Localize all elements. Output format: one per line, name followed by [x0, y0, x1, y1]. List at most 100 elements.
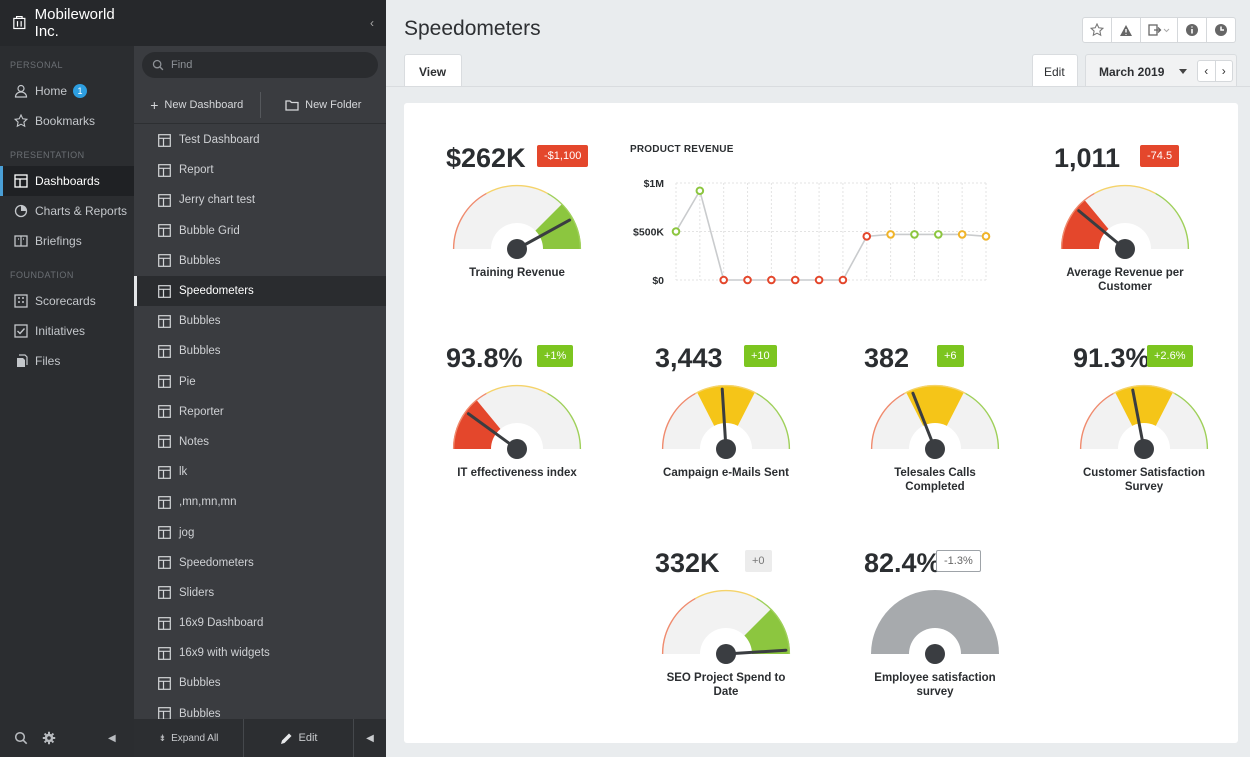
dashboard-list-item[interactable]: Bubbles [134, 246, 386, 276]
search-input[interactable]: Find [142, 52, 378, 78]
dashboard-list-item[interactable]: Test Dashboard [134, 125, 386, 155]
dashboard-list-item[interactable]: lk [134, 457, 386, 487]
gauge-hub [925, 644, 945, 664]
search-icon[interactable] [14, 731, 28, 745]
kpi-delta-badge: -1.3% [936, 550, 981, 572]
data-point[interactable] [743, 275, 752, 285]
speedometer-widget[interactable]: 382 +6 Telesales Calls Completed [840, 311, 1030, 501]
alert-button[interactable] [1112, 17, 1141, 43]
nav-item-files[interactable]: Files [0, 346, 134, 376]
info-button[interactable] [1178, 17, 1207, 43]
nav-item-initiatives[interactable]: Initiatives [0, 316, 134, 346]
dashboard-list-item[interactable]: Sliders [134, 578, 386, 608]
dashboard-icon [158, 677, 171, 690]
product-revenue-chart[interactable]: PRODUCT REVENUE $1M $500K $0 [624, 133, 1014, 303]
y-tick-label: $1M [644, 178, 665, 190]
next-period-button[interactable]: › [1216, 61, 1233, 81]
data-point[interactable] [814, 275, 824, 285]
panel-actions: + New Dashboard New Folder [134, 86, 386, 124]
dashboard-list-item[interactable]: Speedometers [134, 548, 386, 578]
kpi-value: 382 [864, 343, 910, 373]
dashboard-list-item[interactable]: 16x9 with widgets [134, 638, 386, 668]
dashboard-list-item[interactable]: Speedometers [134, 275, 386, 307]
org-switcher[interactable]: Mobileworld Inc. [0, 0, 134, 46]
nav-item-home[interactable]: Home 1 [0, 76, 134, 106]
star-icon [14, 114, 28, 128]
new-dashboard-button[interactable]: + New Dashboard [134, 86, 260, 123]
nav-item-label: Dashboards [35, 174, 100, 188]
tab-edit[interactable]: Edit [1032, 54, 1078, 86]
new-folder-button[interactable]: New Folder [261, 86, 387, 123]
nav-item-charts[interactable]: Charts & Reports [0, 196, 134, 226]
scorecard-icon [14, 294, 28, 308]
nav-footer: ◀ [0, 719, 134, 757]
dashboard-icon [158, 435, 171, 449]
data-point[interactable] [719, 275, 728, 285]
data-point[interactable] [934, 230, 943, 239]
data-point[interactable] [910, 230, 919, 239]
speedometer-widget[interactable]: 93.8% +1% IT effectiveness index [422, 311, 612, 501]
dashboard-list-item[interactable]: 16x9 Dashboard [134, 608, 386, 638]
data-point[interactable] [695, 186, 705, 196]
dashboard-list-item[interactable]: ,mn,mn,mn [134, 487, 386, 517]
edit-list-button[interactable]: Edit [244, 719, 354, 757]
collapse-icon[interactable]: ◀ [354, 733, 386, 744]
gauge-hub [716, 439, 736, 459]
kpi-label-line: Training Revenue [469, 267, 565, 279]
gear-icon[interactable] [42, 731, 56, 745]
collapse-nav-icon[interactable]: ◀ [108, 733, 116, 744]
dashboard-list-item[interactable]: Jerry chart test [134, 185, 386, 215]
nav-item-briefings[interactable]: Briefings [0, 226, 134, 256]
dashboard-list-item[interactable]: Notes [134, 427, 386, 457]
line-chart: $1M $500K $0 [633, 178, 991, 287]
dashboard-list-item[interactable]: Bubbles [134, 336, 386, 366]
dashboard-icon [158, 284, 171, 298]
building-icon [13, 15, 26, 30]
org-name: Mobileworld Inc. [34, 6, 115, 40]
nav-item-label: Home [35, 84, 68, 98]
speedometer-widget[interactable]: 91.3% +2.6% Customer Satisfaction Survey [1049, 311, 1239, 501]
data-point[interactable] [981, 232, 991, 241]
dashboard-list-item-label: Test Dashboard [179, 134, 260, 147]
month-selector[interactable]: March 2019 ‹ › [1085, 54, 1237, 86]
kpi-label: Campaign e-Mails Sent [631, 466, 821, 480]
gauge-hub [1134, 439, 1154, 459]
dashboard-list-item[interactable]: Bubbles [134, 668, 386, 698]
files-icon [17, 354, 28, 367]
nav-item-scorecards[interactable]: Scorecards [0, 286, 134, 316]
share-button[interactable] [1141, 17, 1178, 43]
data-point[interactable] [838, 275, 848, 285]
dashboard-list-item-label: Pie [179, 375, 196, 388]
dashboard-list-item[interactable]: Bubbles [134, 306, 386, 336]
data-point[interactable] [767, 275, 776, 285]
previous-period-button[interactable]: ‹ [1198, 61, 1216, 81]
checkbox-icon [14, 324, 28, 338]
gauge [661, 384, 791, 459]
gauge [452, 184, 582, 259]
dashboard-list-item[interactable]: Report [134, 155, 386, 185]
speedometer-widget[interactable]: 82.4% -1.3% Employee satisfaction survey [840, 516, 1030, 706]
expand-all-button[interactable]: ⇟ Expand All [134, 719, 244, 757]
dashboard-icon [158, 495, 171, 509]
collapse-panel-icon[interactable]: ‹ [370, 16, 374, 30]
nav-item-bookmarks[interactable]: Bookmarks [0, 106, 134, 136]
dashboard-list-item[interactable]: Reporter [134, 397, 386, 427]
data-point[interactable] [790, 275, 800, 285]
dashboard-list-item[interactable]: Bubble Grid [134, 216, 386, 246]
speedometer-widget[interactable]: 3,443 +10 Campaign e-Mails Sent [631, 311, 821, 501]
speedometer-widget[interactable]: 1,011 -74.5 Average Revenue per Customer [1030, 111, 1220, 301]
nav-item-dashboards[interactable]: Dashboards [0, 166, 134, 196]
dashboard-list-item[interactable]: jog [134, 517, 386, 547]
data-point[interactable] [671, 227, 681, 236]
main-navigation: Mobileworld Inc. PERSONAL Home 1 Bookmar… [0, 0, 134, 757]
tab-view[interactable]: View [404, 54, 462, 86]
speedometer-widget[interactable]: 332K +0 SEO Project Spend to Date [631, 516, 821, 706]
data-point[interactable] [957, 230, 967, 239]
history-button[interactable] [1207, 17, 1236, 43]
dashboard-list-item[interactable]: Pie [134, 367, 386, 397]
data-point[interactable] [886, 230, 895, 239]
speedometer-widget[interactable]: $262K -$1,100 Training Revenue [422, 111, 612, 301]
dashboard-icon [158, 375, 171, 388]
bookmark-button[interactable] [1082, 17, 1112, 43]
data-point[interactable] [862, 232, 872, 241]
